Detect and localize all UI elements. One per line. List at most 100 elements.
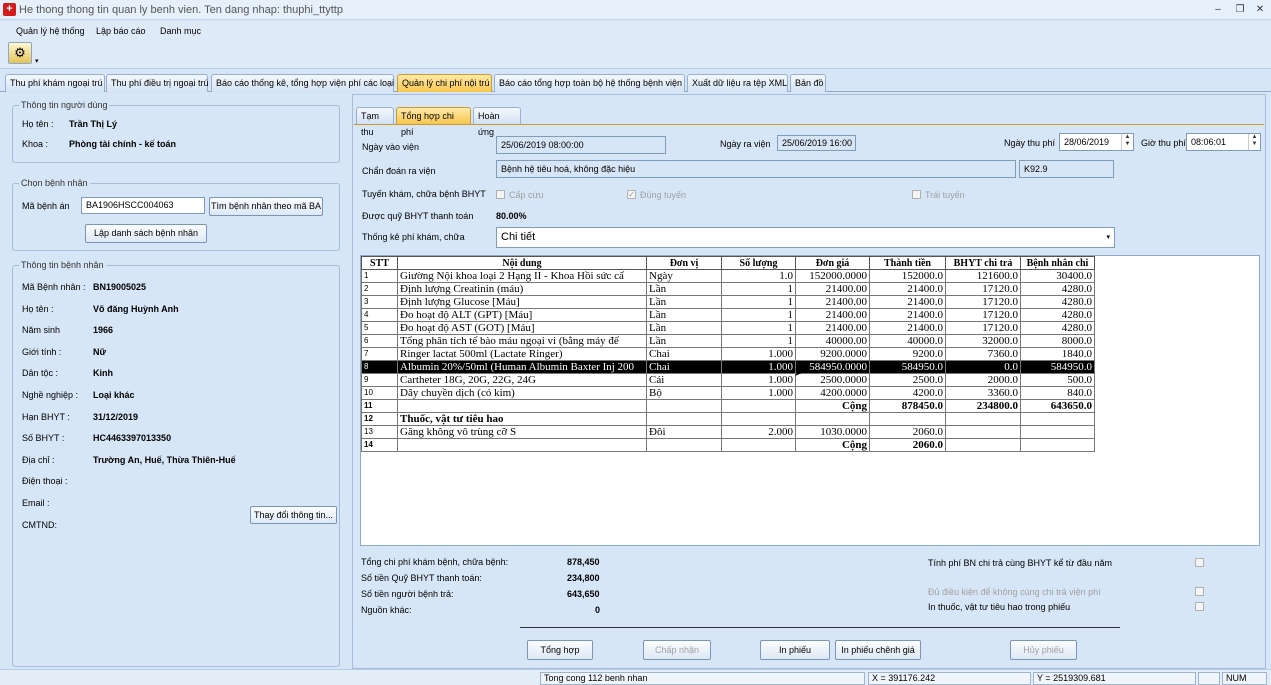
table-cell[interactable]: Ringer lactat 500ml (Lactate Ringer) [397, 347, 647, 361]
table-cell[interactable]: Định lượng Glucose [Máu] [397, 295, 647, 309]
table-cell[interactable]: 2500.0 [869, 373, 946, 387]
table-cell[interactable]: Định lượng Creatinin (máu) [397, 282, 647, 296]
tools-icon[interactable]: ⚙ [8, 42, 32, 64]
table-cell[interactable]: Lần [646, 308, 722, 322]
tab-quan-ly-chi-phi-noi-tru[interactable]: Quản lý chi phí nội trú [397, 74, 492, 92]
table-cell[interactable]: 14 [361, 438, 398, 452]
table-cell[interactable]: Chai [646, 347, 722, 361]
table-cell[interactable]: 1 [721, 295, 796, 309]
table-row[interactable]: 11 Cộng 878450.0 234800.0 643650.0 [361, 399, 1095, 413]
table-cell[interactable]: 7 [361, 347, 398, 361]
table-cell[interactable]: 2500.0000 [795, 373, 870, 387]
table-cell[interactable]: Bộ [646, 386, 722, 400]
table-cell[interactable]: 17120.0 [945, 308, 1021, 322]
table-cell[interactable] [1020, 412, 1095, 426]
table-cell[interactable]: 3360.0 [945, 386, 1021, 400]
table-cell[interactable] [945, 438, 1021, 452]
icd-field[interactable]: K92.9 [1019, 160, 1114, 178]
column-header[interactable]: Đơn vị [646, 256, 722, 270]
table-cell[interactable]: 8000.0 [1020, 334, 1095, 348]
table-cell[interactable]: 2060.0 [869, 425, 946, 439]
tab-thu-phi-kham-ngoai-tru[interactable]: Thu phí khám ngoại trú [5, 74, 105, 92]
table-cell[interactable]: 584950.0 [869, 360, 946, 374]
table-row[interactable]: 7 Ringer lactat 500ml (Lactate Ringer) Cha… [361, 347, 1095, 361]
table-row[interactable]: 5 Đo hoạt độ AST (GOT) [Máu] Lần 1 21400.00 2… [361, 321, 1095, 335]
table-cell[interactable]: 11 [361, 399, 398, 413]
table-cell[interactable]: Albumin 20%/50ml (Human Albumin Baxter I… [397, 360, 647, 374]
table-cell[interactable]: 21400.00 [795, 295, 870, 309]
table-cell[interactable]: 1.000 [721, 373, 796, 387]
table-cell[interactable]: 4280.0 [1020, 295, 1095, 309]
table-cell[interactable]: 152000.0 [869, 269, 946, 283]
close-icon[interactable]: ✕ [1249, 2, 1271, 17]
table-cell[interactable]: 32000.0 [945, 334, 1021, 348]
table-cell[interactable]: 9200.0000 [795, 347, 870, 361]
table-cell[interactable] [397, 399, 647, 413]
chan-doan-field[interactable]: Bệnh hệ tiêu hoá, không đặc hiệu [496, 160, 1016, 178]
table-cell[interactable]: 1.0 [721, 269, 796, 283]
minimize-icon[interactable]: – [1207, 2, 1229, 17]
table-cell[interactable]: 840.0 [1020, 386, 1095, 400]
table-cell[interactable] [795, 412, 870, 426]
table-cell[interactable]: 121600.0 [945, 269, 1021, 283]
opt-du-dieu-kien-checkbox[interactable] [1195, 587, 1204, 596]
menu-danh-muc[interactable]: Danh mục [160, 26, 201, 36]
subtab-tong-hop-chi-phi[interactable]: Tổng hợp chi phí [396, 107, 471, 137]
table-row[interactable]: 9 Cartheter 18G, 20G, 22G, 24G Cái 1.000 250… [361, 373, 1095, 387]
table-row[interactable]: 8 Albumin 20%/50ml (Human Albumin Baxter … [361, 360, 1095, 374]
table-cell[interactable]: 584950.0 [1020, 360, 1095, 374]
table-cell[interactable]: 21400.0 [869, 295, 946, 309]
table-cell[interactable]: Chai [646, 360, 722, 374]
table-cell[interactable]: 2.000 [721, 425, 796, 439]
table-cell[interactable]: 21400.0 [869, 321, 946, 335]
column-header[interactable]: Đơn giá [795, 256, 870, 270]
gio-thu-spinner-icon[interactable]: ▲ ▼ [1248, 134, 1260, 150]
dung-tuyen-checkbox[interactable]: ✓ [627, 190, 636, 199]
table-cell[interactable]: 6 [361, 334, 398, 348]
table-cell[interactable] [721, 438, 796, 452]
opt-tinh-phi-checkbox[interactable] [1195, 558, 1204, 567]
dropdown-arrow-icon[interactable]: ▾ [35, 57, 39, 65]
table-cell[interactable]: 12 [361, 412, 398, 426]
table-cell[interactable]: 0.0 [945, 360, 1021, 374]
gio-thu-field[interactable]: 08:06:01 ▲ ▼ [1186, 133, 1261, 151]
tab-ban-do[interactable]: Bản đồ [790, 74, 826, 92]
table-cell[interactable]: Lần [646, 282, 722, 296]
restore-icon[interactable]: ❐ [1229, 2, 1251, 17]
table-cell[interactable]: 21400.0 [869, 282, 946, 296]
column-header[interactable]: Số lượng [721, 256, 796, 270]
table-cell[interactable]: 2060.0 [869, 438, 946, 452]
table-cell[interactable]: 13 [361, 425, 398, 439]
table-cell[interactable] [646, 399, 722, 413]
table-cell[interactable]: Giường Nội khoa loại 2 Hạng II - Khoa Hồ… [397, 269, 647, 283]
table-cell[interactable]: 878450.0 [869, 399, 946, 413]
table-cell[interactable]: 21400.00 [795, 282, 870, 296]
table-cell[interactable]: 9200.0 [869, 347, 946, 361]
table-cell[interactable]: 4280.0 [1020, 321, 1095, 335]
table-cell[interactable] [721, 399, 796, 413]
trai-tuyen-checkbox[interactable] [912, 190, 921, 199]
in-phieu-chenh-gia-button[interactable]: In phiếu chênh giá [835, 640, 921, 660]
table-cell[interactable]: 40000.0 [869, 334, 946, 348]
table-cell[interactable]: 17120.0 [945, 295, 1021, 309]
table-cell[interactable] [646, 438, 722, 452]
table-cell[interactable]: Đôi [646, 425, 722, 439]
ngay-ra-field[interactable]: 25/06/2019 16:00 [777, 135, 856, 151]
table-cell[interactable] [945, 425, 1021, 439]
subtab-hoan-ung[interactable]: Hoàn ứng [473, 107, 521, 137]
column-header[interactable]: BHYT chi trả [945, 256, 1021, 270]
table-cell[interactable]: 30400.0 [1020, 269, 1095, 283]
find-by-ma-ba-button[interactable]: Tìm bệnh nhân theo mã BA [209, 197, 323, 216]
chap-nhan-button[interactable]: Chấp nhận [643, 640, 711, 660]
tab-bao-cao-tong-hop[interactable]: Báo cáo tổng hợp toàn bộ hệ thống bệnh v… [494, 74, 685, 92]
table-row[interactable]: 12 Thuốc, vật tư tiêu hao [361, 412, 1095, 426]
table-cell[interactable]: 2 [361, 282, 398, 296]
table-cell[interactable]: Ngày [646, 269, 722, 283]
table-cell[interactable] [1020, 425, 1095, 439]
table-cell[interactable]: Găng không vô trùng cỡ S [397, 425, 647, 439]
table-cell[interactable]: 2000.0 [945, 373, 1021, 387]
table-cell[interactable]: 584950.0000 [795, 360, 870, 374]
table-cell[interactable]: Thuốc, vật tư tiêu hao [397, 412, 647, 426]
table-cell[interactable]: 10 [361, 386, 398, 400]
table-cell[interactable] [721, 412, 796, 426]
